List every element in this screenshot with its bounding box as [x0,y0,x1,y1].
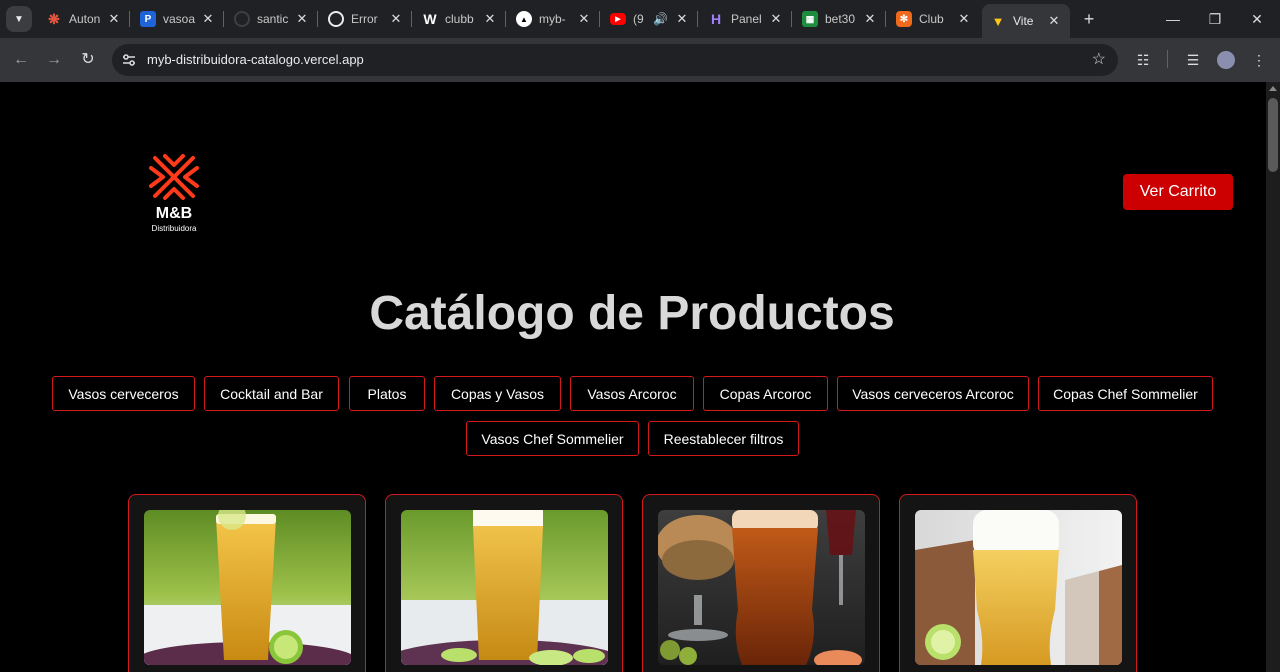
tab-title: (9 [633,12,644,26]
new-tab-button[interactable]: + [1080,8,1098,30]
filter-platos[interactable]: Platos [349,376,425,411]
filter-copas-chef-sommelier[interactable]: Copas Chef Sommelier [1038,376,1213,411]
close-icon[interactable]: ✕ [862,11,878,27]
scroll-up-arrow-icon[interactable] [1269,86,1277,91]
w-favicon-icon: W [423,11,437,27]
bookmark-star-icon[interactable]: ☆ [1092,49,1106,69]
product-card[interactable] [385,494,623,672]
back-arrow-icon[interactable]: ← [10,49,32,71]
tab-3[interactable]: santic ✕ [226,6,318,32]
close-icon[interactable]: ✕ [1046,13,1062,29]
menu-kebab-icon[interactable]: ⋮ [1248,49,1270,71]
vercel-favicon-icon: ▲ [516,11,532,27]
openai-favicon-icon [328,11,344,27]
filter-vasos-cerveceros-arcoroc[interactable]: Vasos cerveceros Arcoroc [837,376,1029,411]
site-settings-icon[interactable] [120,51,138,69]
close-icon[interactable]: ✕ [482,11,498,27]
tab-title: myb- [539,12,566,26]
close-icon[interactable]: ✕ [576,11,592,27]
filter-copas-y-vasos[interactable]: Copas y Vasos [434,376,561,411]
tab-strip: ▼ ❋ Auton ✕ P vasoa ✕ santic ✕ Error ✕ W… [0,0,1280,38]
reset-filters-button[interactable]: Reestablecer filtros [648,421,799,456]
beer-mug-nuts-photo [658,510,865,665]
speaker-icon[interactable]: 🔊 [653,12,668,26]
filter-vasos-cerveceros[interactable]: Vasos cerveceros [52,376,195,411]
product-card[interactable] [642,494,880,672]
h-favicon-icon: H [710,11,722,27]
tab-6[interactable]: ▲ myb- ✕ [508,6,600,32]
tab-7[interactable]: ▶ (9 🔊 ✕ [602,6,698,32]
filter-vasos-chef-sommelier[interactable]: Vasos Chef Sommelier [466,421,639,456]
close-icon[interactable]: ✕ [294,11,310,27]
filter-cocktail-and-bar[interactable]: Cocktail and Bar [204,376,339,411]
tab-1[interactable]: ❋ Auton ✕ [38,6,130,32]
logo-mark-icon [149,154,199,200]
restore-button[interactable]: ❐ [1200,8,1230,30]
reload-icon[interactable]: ↻ [77,49,99,71]
browser-toolbar: ← → ↻ myb-distribuidora-catalogo.vercel.… [0,38,1280,82]
tab-title: santic [257,12,289,26]
club-favicon-icon: ✻ [896,11,912,27]
beer-glass-lime-slices-photo [401,510,608,665]
tab-2[interactable]: P vasoa ✕ [132,6,224,32]
youtube-favicon-icon: ▶ [610,13,626,25]
close-icon[interactable]: ✕ [674,11,690,27]
url-text: myb-distribuidora-catalogo.vercel.app [147,52,364,67]
sheet-favicon-icon: ▦ [802,11,818,27]
scrollbar-thumb[interactable] [1268,98,1278,172]
tab-title: bet30 [825,12,856,26]
tab-title: clubb [445,12,474,26]
page-scrollbar[interactable] [1266,82,1280,672]
tab-title: Vite [1013,14,1034,28]
product-card[interactable] [899,494,1137,672]
extensions-icon[interactable]: ☷ [1132,49,1154,71]
forward-arrow-icon[interactable]: → [43,49,65,71]
tab-5[interactable]: W clubb ✕ [414,6,506,32]
tab-9[interactable]: ▦ bet30 ✕ [794,6,886,32]
logo-subtitle: Distribuidora [151,224,197,233]
close-icon[interactable]: ✕ [388,11,404,27]
github-favicon-icon [234,11,250,27]
brand-logo[interactable]: M&B Distribuidora [145,152,203,234]
tab-11-active[interactable]: ▼ Vite ✕ [982,4,1070,38]
minimize-button[interactable]: — [1158,8,1188,30]
media-controls-icon[interactable]: ☰ [1182,49,1204,71]
filter-vasos-arcoroc[interactable]: Vasos Arcoroc [570,376,694,411]
tab-title: Error [351,12,378,26]
tab-10[interactable]: ✻ Club ✕ [888,6,980,32]
tab-4[interactable]: Error ✕ [320,6,412,32]
profile-avatar[interactable] [1215,49,1237,71]
vite-favicon-icon: ▼ [991,13,1005,29]
tab-title: Club [919,12,944,26]
beer-glass-foam-photo [915,510,1122,665]
view-cart-button[interactable]: Ver Carrito [1123,174,1233,210]
close-icon[interactable]: ✕ [200,11,216,27]
tab-8[interactable]: H Panel ✕ [700,6,792,32]
filter-copas-arcoroc[interactable]: Copas Arcoroc [703,376,828,411]
page-viewport: M&B Distribuidora Ver Carrito Catálogo d… [0,82,1266,672]
page-title: Catálogo de Productos [369,287,895,340]
sunburst-favicon-icon: ❋ [48,10,60,27]
p-favicon-icon: P [140,11,156,27]
tab-title: Panel [731,12,762,26]
address-bar[interactable]: myb-distribuidora-catalogo.vercel.app ☆ [112,44,1118,76]
tab-search-button[interactable]: ▼ [6,6,32,32]
product-card[interactable] [128,494,366,672]
beer-glass-lime-photo [144,510,351,665]
window-close-button[interactable]: ✕ [1242,8,1272,30]
close-icon[interactable]: ✕ [768,11,784,27]
chevron-down-icon: ▼ [14,13,24,25]
logo-name: M&B [155,205,193,222]
close-icon[interactable]: ✕ [956,11,972,27]
close-icon[interactable]: ✕ [106,11,122,27]
tab-title: vasoa [163,12,196,26]
tab-title: Auton [69,12,101,26]
